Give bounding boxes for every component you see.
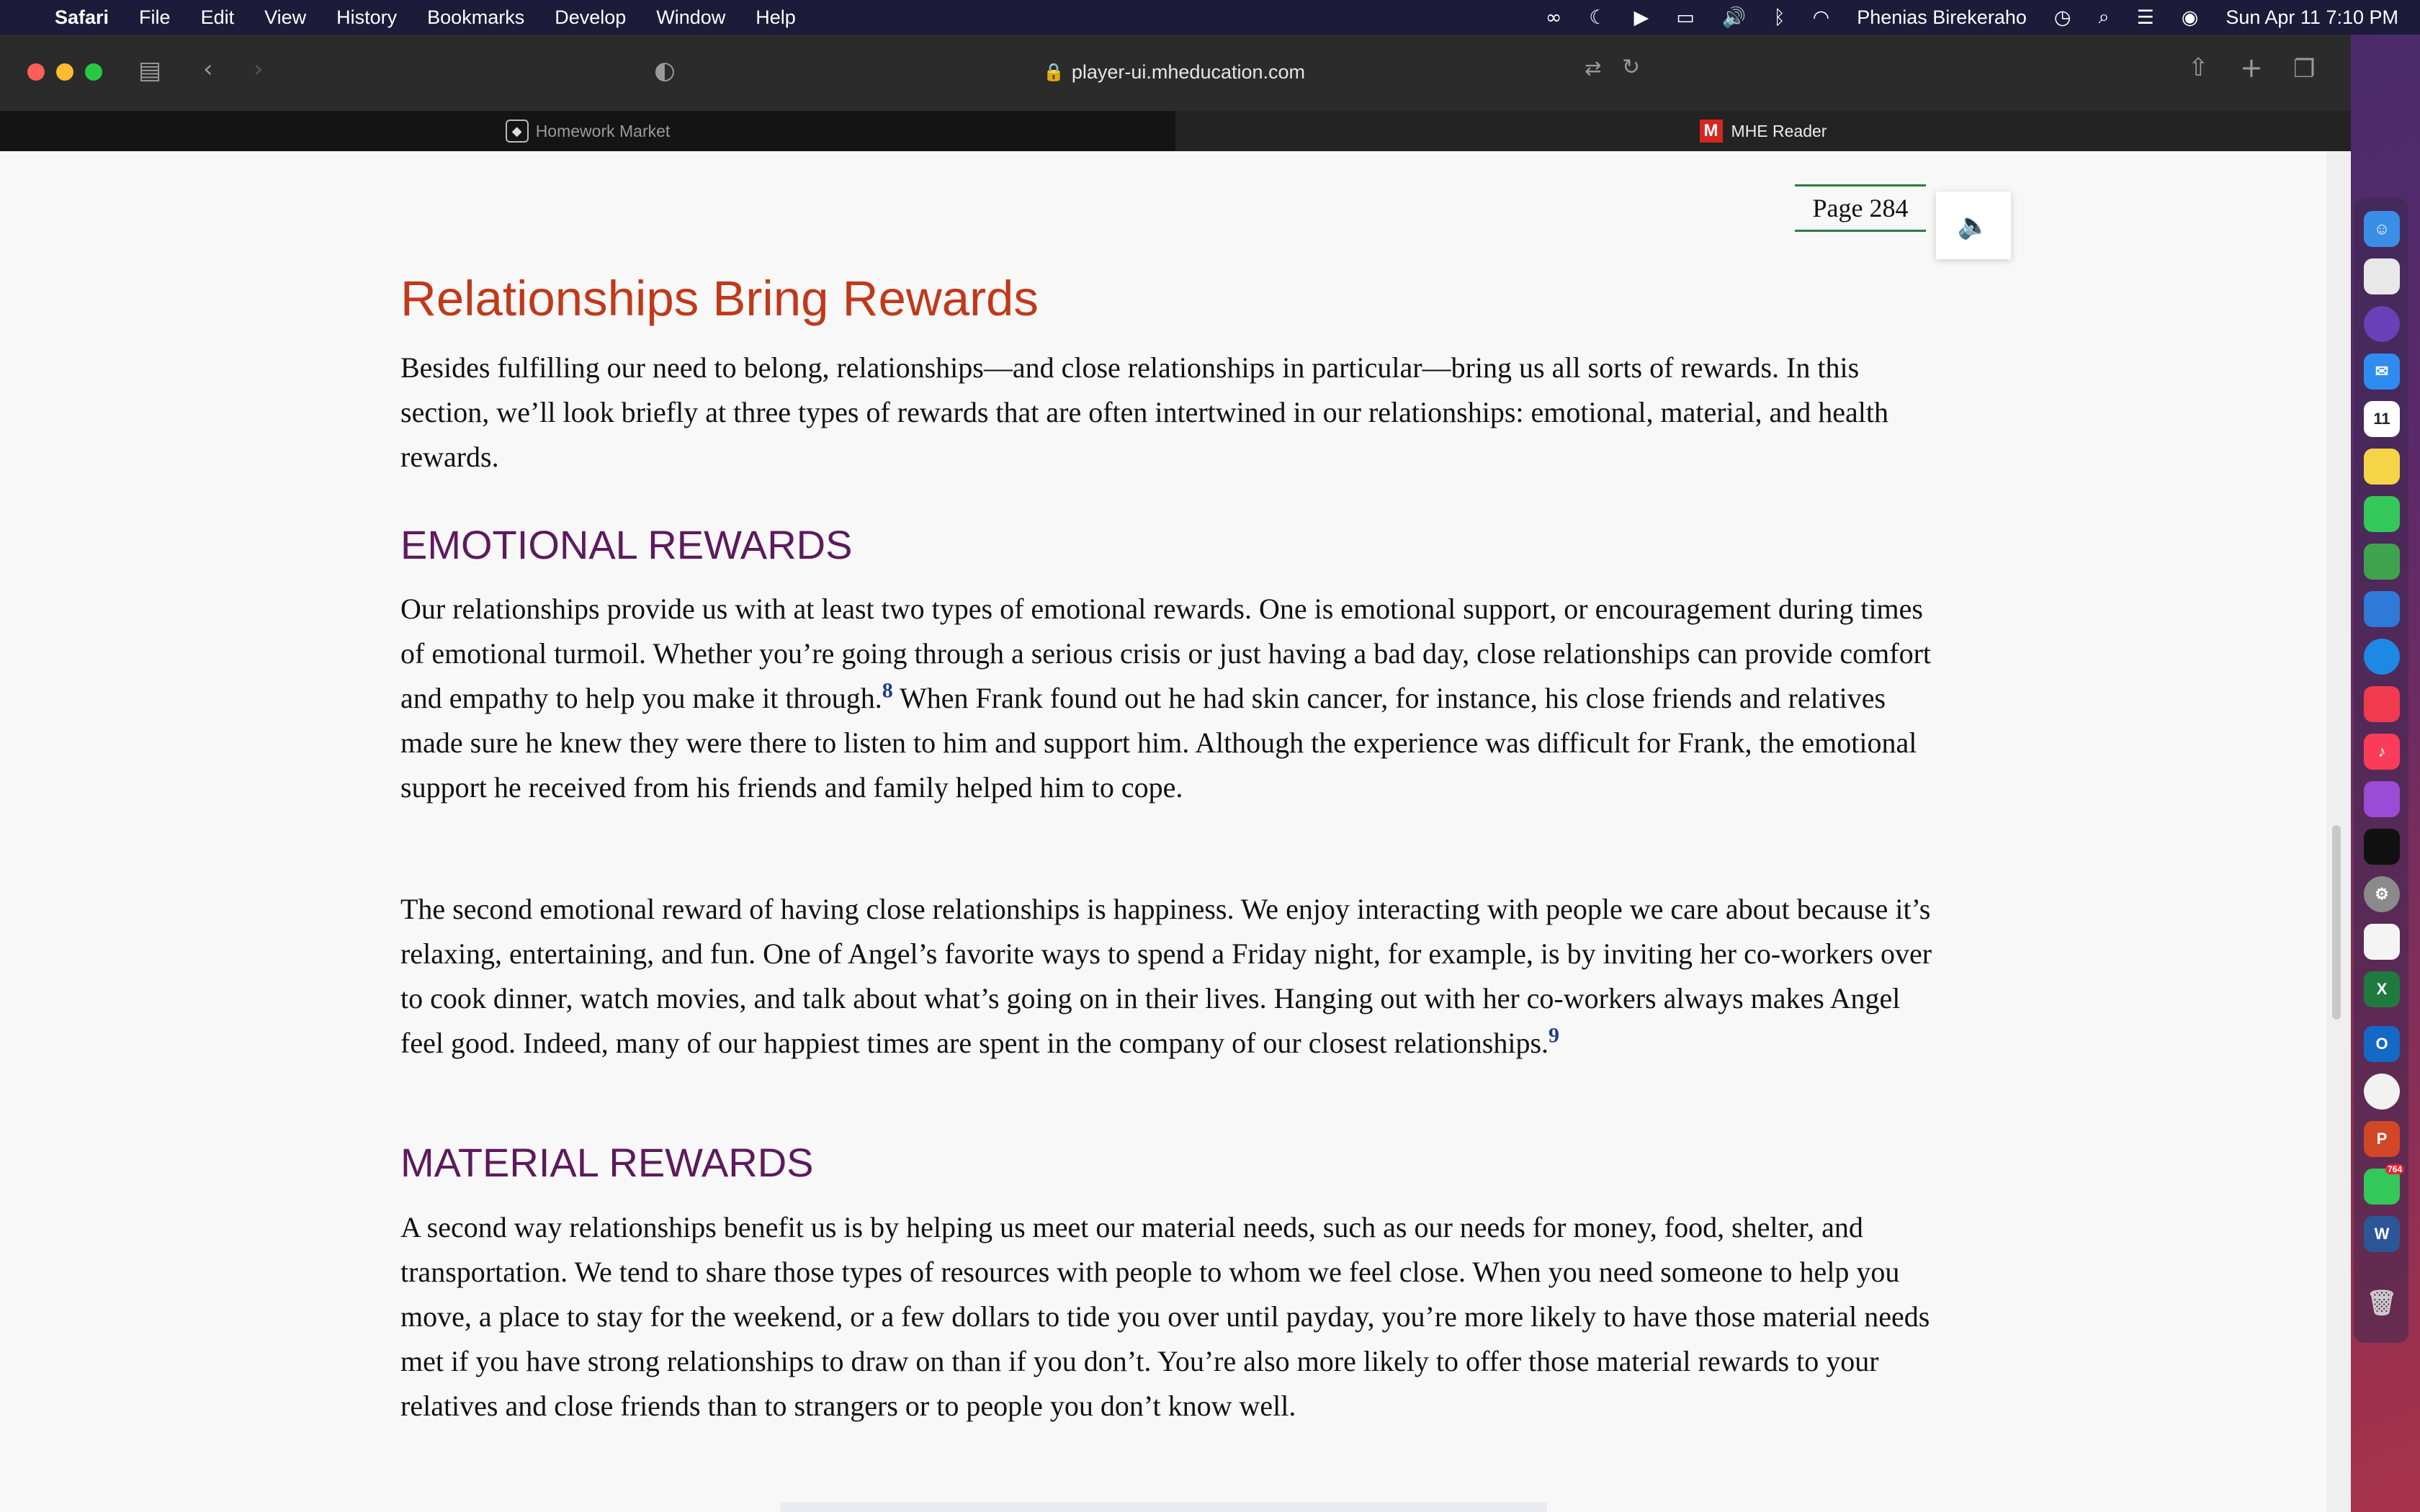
homework-market-favicon-icon: ◆ [505, 120, 529, 143]
keynote-icon[interactable] [2364, 591, 2400, 627]
menu-help[interactable]: Help [756, 6, 796, 29]
menu-develop[interactable]: Develop [555, 6, 626, 29]
tab-overview-icon[interactable]: ❐ [2293, 55, 2315, 84]
address-bar[interactable]: 🔒 player-ui.mheducation.com [691, 50, 1657, 94]
macos-dock: ☺ ✉ 11 ♪ ⚙ X O P 764 W 🗑 [2354, 198, 2408, 1343]
menu-file[interactable]: File [139, 6, 171, 29]
reload-icon[interactable]: ↻ [1622, 55, 1640, 80]
tab-homework-market[interactable]: ◆ Homework Market [0, 111, 1175, 151]
siri-icon[interactable]: ◉ [2182, 6, 2199, 29]
sidebar-toggle-icon[interactable]: ▤ [138, 56, 161, 85]
siri-app-icon[interactable] [2364, 306, 2400, 342]
footnote-link-8[interactable]: 8 [882, 679, 893, 703]
facetime-icon[interactable] [2364, 496, 2400, 532]
news-icon[interactable] [2364, 686, 2400, 722]
heading-material-rewards: MATERIAL REWARDS [400, 1140, 814, 1185]
share-icon[interactable]: ⇧ [2188, 53, 2209, 82]
system-preferences-icon[interactable]: ⚙ [2364, 876, 2400, 912]
emotional-paragraph-2: The second emotional reward of having cl… [400, 887, 1942, 1066]
wifi-icon[interactable]: ◠ [1813, 6, 1830, 29]
menubar-status-area: ∞ ☾ ▶ ▭ 🔊 ᛒ ◠ Phenias Birekeraho ◷ ⌕ ☰ ◉… [1518, 6, 2398, 29]
control-center-icon[interactable]: ☰ [2137, 6, 2154, 29]
menubar-clock[interactable]: Sun Apr 11 7:10 PM [2226, 6, 2398, 29]
apple-tv-icon[interactable] [2364, 829, 2400, 865]
browser-toolbar: ▤ ‹ › ◐ ▣ 🔒 player-ui.mheducation.com ⇄ … [0, 35, 2351, 111]
photos-icon[interactable] [2364, 924, 2400, 960]
close-window-button[interactable] [27, 63, 45, 81]
menu-history[interactable]: History [336, 6, 397, 29]
excel-icon[interactable]: X [2364, 971, 2400, 1007]
read-aloud-button[interactable]: 🔈 [1936, 192, 2011, 259]
emotional-paragraph-1: Our relationships provide us with at lea… [400, 587, 1942, 810]
macos-menubar: Safari File Edit View History Bookmarks … [0, 0, 2420, 35]
mhe-favicon-icon: M [1699, 120, 1723, 143]
bluetooth-icon[interactable]: ᛒ [1773, 6, 1785, 29]
chrome-icon[interactable] [2364, 1074, 2400, 1110]
finder-icon[interactable]: ☺ [2364, 211, 2400, 247]
volume-icon[interactable]: 🔊 [1722, 6, 1747, 29]
outlook-icon[interactable]: O [2364, 1026, 2400, 1062]
lock-icon: 🔒 [1042, 62, 1065, 82]
minimize-window-button[interactable] [56, 63, 73, 81]
menu-edit[interactable]: Edit [201, 6, 235, 29]
numbers-icon[interactable] [2364, 544, 2400, 580]
tab-bar: ◆ Homework Market M MHE Reader [0, 111, 2351, 151]
speaker-icon: 🔈 [1957, 211, 1990, 240]
powerpoint-icon[interactable]: P [2364, 1121, 2400, 1157]
play-icon[interactable]: ▶ [1634, 6, 1649, 29]
launchpad-icon[interactable] [2364, 258, 2400, 294]
page-number-label: Page 284 [1795, 184, 1926, 232]
user-name[interactable]: Phenias Birekeraho [1857, 6, 2027, 29]
menu-window[interactable]: Window [656, 6, 725, 29]
time-machine-icon[interactable]: ◷ [2054, 6, 2071, 29]
vertical-scrollbar-thumb[interactable] [2332, 825, 2341, 1020]
translate-icon[interactable]: ⇄ [1585, 56, 1601, 80]
mail-icon[interactable]: ✉ [2364, 354, 2400, 390]
emotional-p2-text: The second emotional reward of having cl… [400, 893, 1932, 1059]
safari-icon[interactable] [2364, 639, 2400, 675]
moon-icon[interactable]: ☾ [1589, 6, 1606, 29]
section-title: Relationships Bring Rewards [400, 271, 1039, 326]
figure-image-partial [781, 1502, 1547, 1512]
music-icon[interactable]: ♪ [2364, 734, 2400, 770]
calendar-day: 11 [2373, 410, 2390, 428]
notes-icon[interactable] [2364, 449, 2400, 485]
privacy-shield-icon[interactable]: ◐ [654, 56, 676, 85]
material-paragraph-1: A second way relationships benefit us is… [400, 1211, 1930, 1422]
podcasts-icon[interactable] [2364, 781, 2400, 817]
spotlight-search-icon[interactable]: ⌕ [2098, 6, 2109, 29]
new-tab-plus-icon[interactable]: + [2240, 52, 2263, 84]
back-chevron-icon[interactable]: ‹ [203, 55, 213, 84]
zoom-window-button[interactable] [85, 63, 102, 81]
menu-bookmarks[interactable]: Bookmarks [427, 6, 524, 29]
word-icon[interactable]: W [2364, 1216, 2400, 1252]
trash-icon[interactable]: 🗑 [2364, 1285, 2400, 1321]
heading-emotional-rewards: EMOTIONAL REWARDS [400, 522, 853, 567]
messages-icon[interactable]: 764 [2364, 1164, 2404, 1205]
creative-cloud-icon[interactable]: ∞ [1546, 6, 1562, 29]
forward-chevron-icon[interactable]: › [254, 55, 264, 84]
tab-mhe-reader[interactable]: M MHE Reader [1175, 111, 2351, 151]
battery-icon[interactable]: ▭ [1676, 6, 1695, 29]
intro-paragraph: Besides fulfilling our need to belong, r… [400, 351, 1888, 473]
safari-window: ▤ ‹ › ◐ ▣ 🔒 player-ui.mheducation.com ⇄ … [0, 35, 2351, 1512]
footnote-link-9[interactable]: 9 [1549, 1024, 1559, 1048]
calendar-icon[interactable]: 11 [2364, 401, 2400, 437]
address-url: player-ui.mheducation.com [1071, 60, 1306, 83]
menu-view[interactable]: View [264, 6, 306, 29]
reader-content: Page 284 🔈 Relationships Bring Rewards B… [0, 151, 2326, 1512]
tab-label: MHE Reader [1731, 121, 1827, 140]
menu-app-safari[interactable]: Safari [55, 6, 109, 29]
tab-label: Homework Market [535, 121, 671, 140]
messages-badge: 764 [2385, 1164, 2404, 1174]
